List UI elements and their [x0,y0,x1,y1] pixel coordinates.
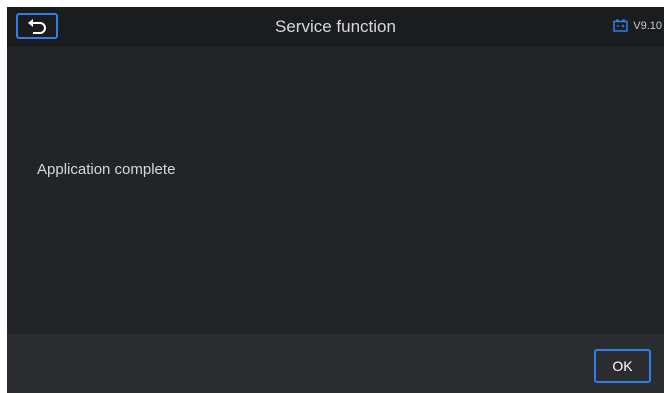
status-area: V9.10 [613,19,662,32]
top-bar: Service function V9.10 [7,7,664,47]
page-title: Service function [275,17,396,36]
back-arrow-icon [28,19,46,34]
footer-bar: OK [7,334,664,393]
app-frame: Service function V9.10 Application compl… [7,7,664,393]
content-area: Application complete [7,47,664,334]
back-button[interactable] [16,13,58,39]
battery-icon [613,19,628,32]
ok-button[interactable]: OK [594,349,651,383]
status-message: Application complete [37,161,176,178]
version-label: V9.10 [633,19,662,32]
